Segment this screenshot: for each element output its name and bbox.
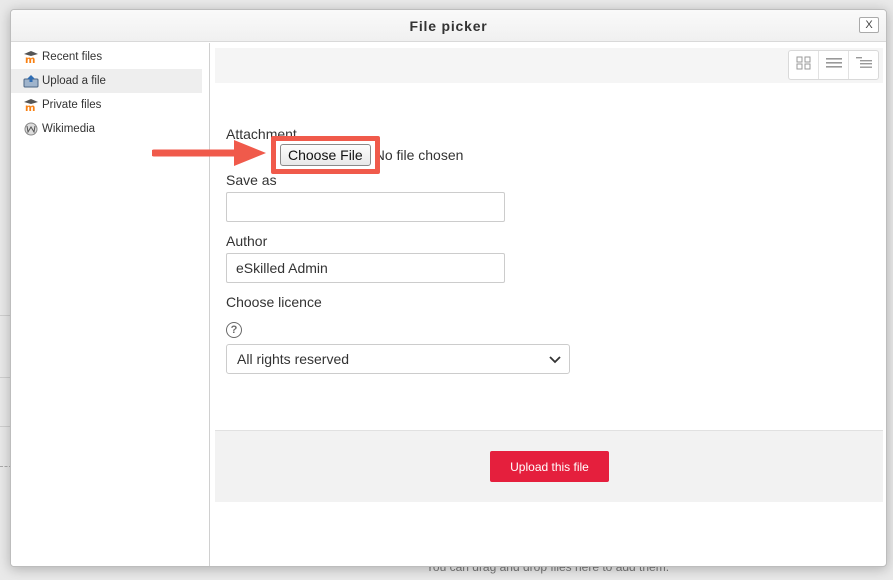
sidebar-item-wikimedia[interactable]: Wikimedia (11, 117, 202, 141)
sidebar-item-label: Recent files (42, 51, 103, 63)
sidebar-item-label: Private files (42, 99, 102, 111)
chevron-down-icon (549, 351, 561, 367)
attachment-label: Attachment (226, 126, 297, 142)
dialog-title: File picker (409, 17, 488, 34)
sidebar-item-label: Wikimedia (42, 123, 96, 135)
attachment-field: Choose File No file chosen (226, 136, 866, 174)
tree-view-icon (855, 56, 872, 74)
view-switcher (788, 50, 879, 80)
upload-this-file-button[interactable]: Upload this file (490, 451, 609, 482)
licence-select[interactable]: All rights reserved (226, 344, 570, 374)
no-file-chosen-text: No file chosen (374, 147, 464, 163)
list-view-icon (825, 56, 842, 74)
choose-file-button[interactable]: Choose File (280, 144, 371, 166)
icons-view-icon (796, 56, 812, 75)
file-picker-dialog: File picker X m Recent files Upload a fi… (10, 9, 887, 567)
close-button[interactable]: X (859, 17, 879, 33)
svg-text:m: m (25, 55, 35, 63)
form-footer: Upload this file (215, 430, 883, 502)
save-as-input[interactable] (226, 192, 505, 222)
svg-text:m: m (25, 103, 35, 111)
annotation-arrow-icon (152, 140, 266, 166)
sidebar-item-recent-files[interactable]: m Recent files (11, 45, 202, 69)
main-panel: Attachment Choose File No file chosen Sa… (215, 43, 886, 566)
sidebar-item-upload-a-file[interactable]: Upload a file (11, 69, 202, 93)
dialog-header: File picker X (11, 10, 886, 42)
repository-sidebar: m Recent files Upload a file m Private f… (11, 43, 210, 566)
icons-view-button[interactable] (789, 51, 819, 79)
save-as-label: Save as (226, 172, 277, 188)
moodle-icon: m (22, 50, 40, 64)
sidebar-item-label: Upload a file (42, 75, 106, 87)
list-view-button[interactable] (819, 51, 849, 79)
moodle-icon: m (22, 98, 40, 112)
tree-view-button[interactable] (849, 51, 878, 79)
help-icon[interactable]: ? (226, 322, 242, 338)
choose-licence-label: Choose licence (226, 294, 322, 310)
author-label: Author (226, 233, 268, 249)
wikimedia-icon (22, 122, 40, 136)
upload-icon (22, 74, 40, 88)
view-toolbar (215, 48, 883, 83)
licence-select-value: All rights reserved (237, 351, 350, 367)
author-input[interactable] (226, 253, 505, 283)
sidebar-item-private-files[interactable]: m Private files (11, 93, 202, 117)
upload-form: Attachment Choose File No file chosen Sa… (226, 126, 866, 374)
